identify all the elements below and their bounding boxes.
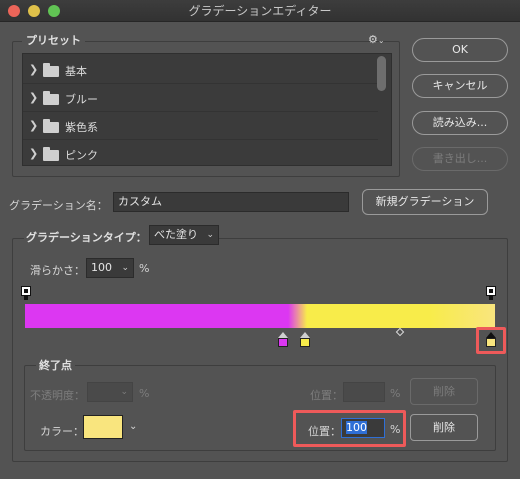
chevron-down-icon: ⌄	[120, 387, 128, 397]
opacity-select[interactable]: ⌄	[87, 382, 133, 402]
gradient-type-label: グラデーションタイプ：	[24, 229, 149, 245]
chevron-right-icon[interactable]: ❯	[29, 119, 38, 132]
gradient-type-select[interactable]: べた塗り ⌄	[149, 225, 219, 245]
ok-button[interactable]: OK	[412, 38, 508, 62]
folder-icon	[43, 91, 59, 105]
presets-label: プリセット	[22, 32, 85, 48]
chevron-right-icon[interactable]: ❯	[29, 91, 38, 104]
window-title: グラデーションエディター	[188, 4, 332, 18]
color-stop-yellow[interactable]	[300, 332, 310, 347]
stops-label: 終了点	[36, 357, 75, 373]
chevron-down-icon: ⌄	[206, 230, 214, 240]
opacity-stop-left[interactable]	[21, 286, 31, 300]
gear-icon[interactable]: ⚙⌄	[368, 33, 385, 46]
chevron-right-icon[interactable]: ❯	[29, 147, 38, 160]
gradient-type-value: べた塗り	[154, 228, 198, 241]
chevron-right-icon[interactable]: ❯	[29, 63, 38, 76]
folder-icon	[43, 63, 59, 77]
selected-stop-highlight	[476, 327, 506, 354]
color-swatch[interactable]	[83, 415, 123, 439]
color-label: カラー：	[40, 425, 84, 438]
delete-color-stop-button[interactable]: 削除	[410, 414, 478, 441]
preset-folder-row[interactable]: ❯ ブルー	[23, 85, 378, 112]
preset-folder-label: 基本	[65, 65, 87, 78]
delete-opacity-stop-button[interactable]: 削除	[410, 378, 478, 405]
preset-list[interactable]: ❯ 基本 ❯ ブルー ❯ 紫色系 ❯ ピンク	[22, 53, 392, 166]
folder-icon	[43, 147, 59, 161]
gradient-name-input[interactable]: カスタム	[113, 192, 349, 212]
new-gradient-button[interactable]: 新規グラデーション	[362, 189, 488, 215]
opacity-location-unit: %	[390, 387, 401, 400]
smoothness-label: 滑らかさ：	[30, 264, 85, 277]
gradient-name-label: グラデーション名：	[9, 199, 108, 212]
smoothness-unit: %	[139, 262, 150, 275]
opacity-label: 不透明度：	[30, 389, 85, 402]
chevron-down-icon: ⌄	[121, 263, 129, 273]
location-field-highlight	[293, 410, 406, 447]
preset-list-scrollbar[interactable]	[377, 56, 386, 91]
cancel-button[interactable]: キャンセル	[412, 74, 508, 98]
folder-icon	[43, 119, 59, 133]
smoothness-value: 100	[91, 261, 112, 274]
color-stop-magenta[interactable]	[278, 332, 288, 347]
smoothness-select[interactable]: 100 ⌄	[86, 258, 134, 278]
preset-folder-label: ピンク	[65, 149, 98, 162]
opacity-unit: %	[139, 387, 150, 400]
preset-folder-label: 紫色系	[65, 121, 98, 134]
preset-folder-label: ブルー	[65, 93, 98, 106]
load-button[interactable]: 読み込み...	[412, 111, 508, 135]
gradient-preview-bar[interactable]	[25, 304, 495, 328]
opacity-location-label: 位置：	[310, 389, 343, 402]
preset-folder-row[interactable]: ❯ 基本	[23, 57, 378, 84]
export-button[interactable]: 書き出し...	[412, 147, 508, 171]
opacity-location-input[interactable]	[343, 382, 385, 402]
chevron-down-icon[interactable]: ⌄	[129, 421, 137, 432]
preset-folder-row[interactable]: ❯ 紫色系	[23, 113, 378, 140]
preset-folder-row[interactable]: ❯ ピンク	[23, 141, 378, 165]
opacity-stop-right[interactable]	[486, 286, 496, 300]
